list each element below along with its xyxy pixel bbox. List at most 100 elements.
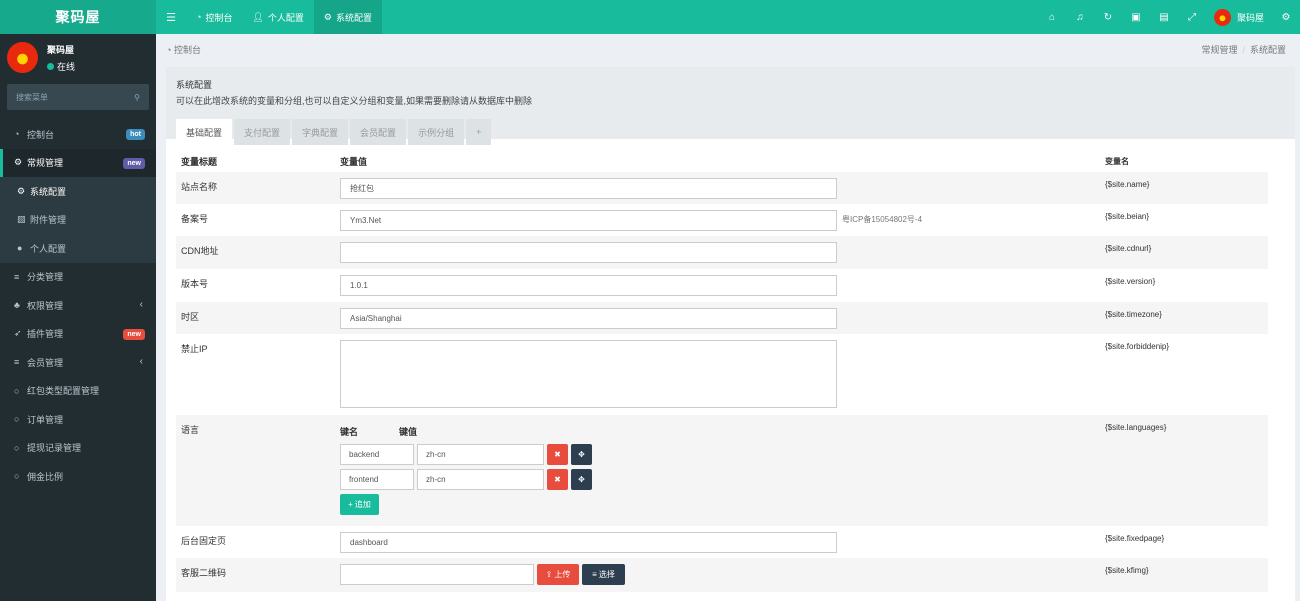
value-input[interactable] (340, 242, 837, 263)
sidebar-item-label: 提现记录管理 (27, 443, 82, 454)
sidebar-item[interactable]: ▧ 附件管理 (0, 205, 156, 234)
variable-title: 版本号 (181, 279, 209, 289)
file-image-icon: ▧ (17, 214, 26, 225)
upload-label: 上传 (554, 570, 571, 579)
kv-value-input[interactable]: zh-cn (417, 469, 544, 490)
fullscreen-icon[interactable]: ⤢ (1178, 0, 1206, 34)
sidebar-item[interactable]: ⚙ 常规管理 new (0, 148, 156, 177)
sidebar-item-label: 佣金比例 (27, 471, 64, 482)
panel-description: 可以在此增改系统的变量和分组,也可以自定义分组和变量,如果需要删除请从数据库中删… (176, 96, 533, 106)
sidebar-item[interactable]: ● 个人配置 (0, 234, 156, 263)
tab-config-group[interactable]: 基础配置 (176, 119, 233, 145)
breadcrumb-item: 系统配置 (1249, 44, 1286, 55)
breadcrumb-item[interactable]: 常规管理 (1201, 45, 1237, 55)
sidebar-menu: ◔ 控制台 hot ⚙ 常规管理 new ⚙ 系统配置 ▧ 附件管理 ● 个人配置 ≡ 分类管理 ♣ 权限管理… (0, 120, 156, 491)
upload-icon: ⇪ (545, 570, 553, 579)
sidebar-item[interactable]: ≡ 分类管理 (0, 263, 156, 292)
kv-key-input[interactable]: backend (340, 444, 414, 465)
sidebar-item[interactable]: ≡ 会员管理 ‹ (0, 348, 156, 377)
variable-title: 语言 (181, 425, 200, 435)
drag-button[interactable]: ✥ (571, 469, 592, 490)
kv-row: backend zh-cn ✖ ✥ (340, 444, 840, 465)
tab-config-group[interactable]: 示例分组 (408, 119, 465, 145)
variable-name: {$site.version} (1105, 277, 1156, 286)
remove-button[interactable]: ✖ (547, 469, 568, 490)
language-icon[interactable]: ▤ (1150, 0, 1178, 34)
sidebar-item-label: 会员管理 (27, 357, 64, 368)
search-icon[interactable]: ⚲ (134, 93, 140, 102)
upload-button[interactable]: ⇪ 上传 (537, 564, 579, 585)
value-input[interactable]: 1.0.1 (340, 275, 837, 296)
forbidden-ip-textarea[interactable] (340, 340, 837, 408)
sidebar-item-label: 分类管理 (27, 272, 64, 283)
online-dot-icon (47, 62, 54, 70)
table-row: 客服二维码 ⇪ 上传 ≡ 选择 {$site.kfimg} (176, 558, 1268, 592)
variable-name: {$site.timezone} (1105, 310, 1162, 319)
sidebar-item[interactable]: ➶ 插件管理 new (0, 320, 156, 349)
search-input[interactable]: 搜索菜单 ⚲ (7, 84, 149, 110)
content-area: ◔ 控制台 常规管理 / 系统配置 系统配置 可以在此增改系统的变量和分组,也可以自… (156, 34, 1300, 601)
breadcrumb-home[interactable]: 控制台 (174, 45, 201, 55)
select-button[interactable]: ≡ 选择 (582, 564, 625, 585)
bell-icon[interactable]: ♫ (1066, 0, 1094, 34)
value-input[interactable]: 抢红包 (340, 178, 837, 199)
tab-label: 系统配置 (335, 12, 372, 23)
trash-icon[interactable]: ▣ (1122, 0, 1150, 34)
table-row: CDN地址 {$site.cdnurl} (176, 236, 1268, 269)
avatar (1213, 8, 1231, 26)
field-tip (840, 558, 1105, 592)
qrcode-input[interactable] (340, 564, 534, 585)
breadcrumb: ◔ 控制台 常规管理 / 系统配置 (156, 34, 1300, 64)
sidebar-item-label: 红包类型配置管理 (27, 386, 100, 397)
add-tab-button[interactable]: + (466, 119, 492, 145)
variable-name: {$site.fixedpage} (1105, 534, 1165, 543)
table-row: 站点名称 抢红包 {$site.name} (176, 172, 1268, 204)
move-icon: ✥ (578, 450, 585, 459)
tab-system-config[interactable]: ⚙ 系统配置 (313, 0, 382, 34)
sidebar-item[interactable]: ○ 订单管理 (0, 405, 156, 434)
sidebar-item-label: 权限管理 (27, 300, 64, 311)
tab-config-group[interactable]: 支付配置 (234, 119, 291, 145)
circle-icon: ○ (14, 471, 20, 482)
sidebar-item[interactable]: ○ 佣金比例 (0, 462, 156, 491)
kv-value-input[interactable]: zh-cn (417, 444, 544, 465)
home-icon[interactable]: ⌂ (1038, 0, 1066, 34)
sidebar-item[interactable]: ♣ 权限管理 ‹ (0, 291, 156, 320)
sidebar-toggle-icon[interactable]: ☰ (156, 0, 186, 34)
drag-button[interactable]: ✥ (571, 444, 592, 465)
tab-config-group[interactable]: 会员配置 (350, 119, 407, 145)
user-menu[interactable]: 聚码屋 (1206, 8, 1272, 26)
field-tip: 粤ICP备15054802号-4 (842, 215, 923, 224)
brand-logo[interactable]: 聚码屋 (0, 0, 156, 34)
value-input[interactable]: Asia/Shanghai (340, 308, 837, 329)
variable-name: {$site.cdnurl} (1105, 244, 1152, 253)
tab-config-group[interactable]: 字典配置 (292, 119, 349, 145)
sidebar-item-label: 系统配置 (30, 186, 67, 197)
table-row: 备案号 Ym3.Net 粤ICP备15054802号-4 {$site.beian} (176, 204, 1268, 236)
user-icon: 👤︎ (252, 11, 264, 22)
breadcrumb-separator: / (1242, 44, 1245, 55)
variable-title: CDN地址 (181, 246, 219, 256)
add-button[interactable]: + 追加 (340, 494, 379, 515)
sidebar-item[interactable]: ◔ 控制台 hot (0, 120, 156, 149)
kv-key-input[interactable]: frontend (340, 469, 414, 490)
remove-button[interactable]: ✖ (547, 444, 568, 465)
tab-profile[interactable]: 👤︎ 个人配置 (242, 0, 313, 34)
list-icon: ≡ (14, 271, 20, 282)
tab-dashboard[interactable]: ◔ 控制台 (186, 0, 242, 34)
value-input[interactable]: dashboard (340, 532, 837, 553)
user-status: 在线 (57, 61, 76, 72)
sidebar-item[interactable]: ○ 提现记录管理 (0, 434, 156, 463)
tab-label: 控制台 (205, 12, 233, 23)
sidebar-item-label: 订单管理 (27, 414, 64, 425)
list-icon: ≡ (14, 357, 20, 368)
sidebar-item[interactable]: ⚙ 系统配置 (0, 177, 156, 206)
refresh-icon[interactable]: ↻ (1094, 0, 1122, 34)
menu-badge: hot (126, 129, 145, 140)
select-label: 选择 (598, 570, 615, 579)
rocket-icon: ➶ (14, 328, 22, 339)
value-input[interactable]: Ym3.Net (340, 210, 837, 231)
cogs-icon[interactable]: ⚙ (1272, 0, 1300, 34)
sidebar-item[interactable]: ○ 红包类型配置管理 (0, 377, 156, 406)
sidebar-item-label: 个人配置 (30, 243, 67, 254)
